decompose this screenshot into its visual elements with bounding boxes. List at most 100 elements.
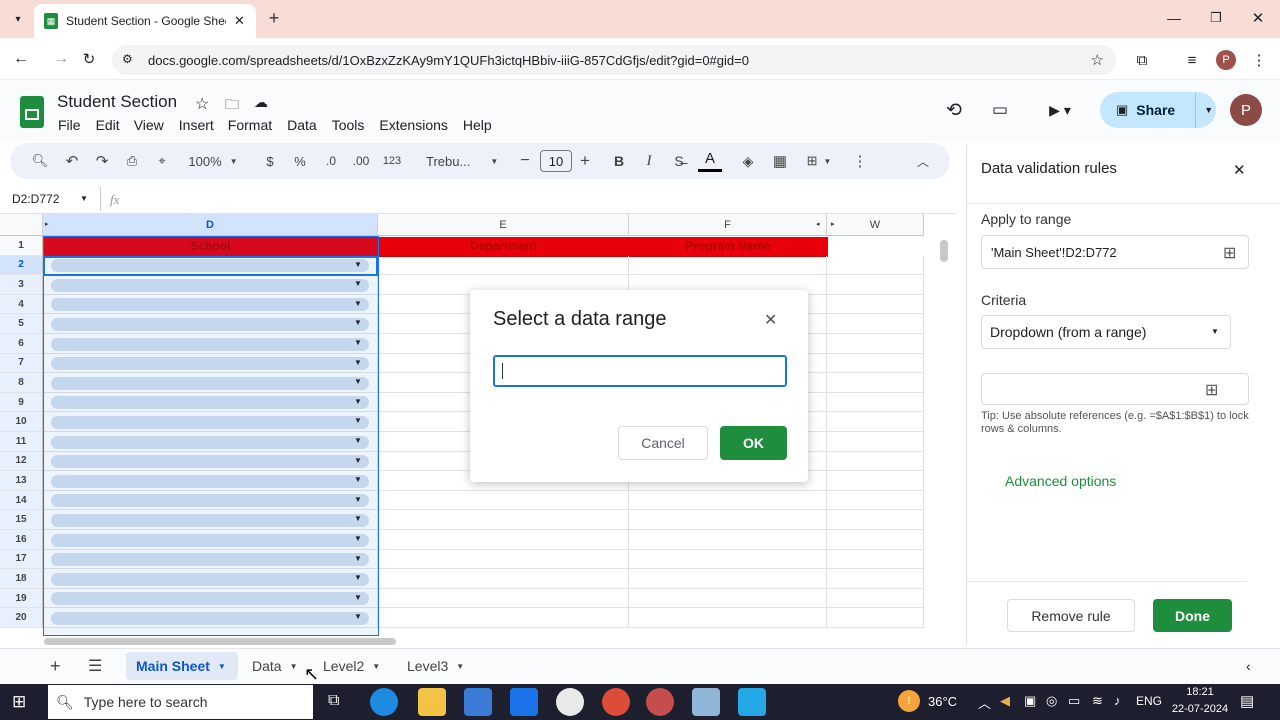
column-header-w[interactable]: W <box>827 214 924 236</box>
advanced-options-link[interactable]: Advanced options <box>1005 473 1116 489</box>
menu-edit[interactable]: Edit <box>96 117 120 133</box>
header-cell-department[interactable]: Department <box>378 239 629 253</box>
menu-search-icon[interactable]: 🔍︎ <box>30 143 50 179</box>
column-header-d[interactable]: D <box>43 214 378 236</box>
grid-cell[interactable] <box>378 608 629 628</box>
menu-insert[interactable]: Insert <box>179 117 214 133</box>
column-header-f[interactable]: F <box>629 214 827 236</box>
font-size-decrease-icon[interactable]: − <box>516 143 534 179</box>
bold-button[interactable]: B <box>610 143 628 179</box>
column-header-e[interactable]: E <box>378 214 629 236</box>
grid-cell[interactable] <box>827 510 924 530</box>
row-header[interactable]: 20 <box>0 608 43 628</box>
zoom-select[interactable]: 100% ▼ <box>182 143 244 179</box>
extensions-icon[interactable]: ⧉ <box>1132 50 1152 70</box>
row-header[interactable]: 16 <box>0 530 43 550</box>
grid-cell[interactable] <box>827 392 924 413</box>
italic-button[interactable]: I <box>640 143 658 179</box>
hidden-columns-hint-icon[interactable]: ◂ <box>816 220 820 228</box>
active-cell[interactable] <box>43 256 378 276</box>
clock-time[interactable]: 18:21 <box>1170 686 1230 698</box>
grid-cell[interactable] <box>629 255 827 276</box>
menu-tools[interactable]: Tools <box>332 117 365 133</box>
grid-cell[interactable] <box>378 510 629 530</box>
row-header[interactable]: 11 <box>0 432 43 452</box>
restore-icon[interactable]: ❐ <box>1206 8 1226 28</box>
new-tab-icon[interactable]: + <box>264 8 284 28</box>
increase-decimal-button[interactable]: .00 <box>350 143 372 179</box>
hidden-columns-right-icon[interactable]: ▸ <box>831 220 835 228</box>
text-color-button[interactable]: A <box>698 150 722 172</box>
row-header[interactable]: 5 <box>0 314 43 334</box>
star-icon[interactable]: ☆ <box>195 94 209 114</box>
chrome-icon[interactable] <box>602 688 630 716</box>
tray-battery-icon[interactable]: ▭ <box>1068 693 1080 709</box>
menu-extensions[interactable]: Extensions <box>379 117 447 133</box>
panel-close-icon[interactable]: ✕ <box>1233 161 1246 179</box>
number-format-button[interactable]: 123 <box>380 143 404 179</box>
apply-range-input[interactable]: 'Main Sheet'!D2:D772 <box>981 235 1249 269</box>
grid-cell[interactable] <box>827 549 924 570</box>
back-icon[interactable]: ← <box>12 50 30 68</box>
grid-cell[interactable] <box>827 471 924 491</box>
collapse-panel-icon[interactable]: ‹ <box>1246 658 1251 674</box>
grid-cell[interactable] <box>827 451 924 472</box>
currency-button[interactable]: $ <box>262 143 278 179</box>
grid-cell[interactable] <box>827 432 924 452</box>
grid-cell[interactable] <box>378 588 629 609</box>
font-size-input[interactable]: 10 <box>540 150 572 172</box>
source-grid-icon[interactable]: ⊞ <box>1205 380 1218 400</box>
tab-search-icon[interactable]: ▾ <box>8 10 28 28</box>
print-icon[interactable]: ⎙ <box>122 143 142 179</box>
tray-chevron-icon[interactable]: ︿ <box>978 693 991 712</box>
row-header[interactable]: 8 <box>0 373 43 393</box>
task-view-icon[interactable]: ⧉ <box>328 692 339 710</box>
site-info-icon[interactable]: ⚙ <box>122 52 133 66</box>
name-box-dropdown-icon[interactable]: ▼ <box>80 194 88 203</box>
cancel-button[interactable]: Cancel <box>618 426 708 460</box>
tray-speaker-icon[interactable]: ◀ <box>1000 693 1010 709</box>
sheets-logo-icon[interactable] <box>20 96 44 128</box>
row-header[interactable]: 2 <box>0 255 43 276</box>
taskbar-search[interactable]: 🔍︎ Type here to search <box>48 685 313 719</box>
grid-cell[interactable] <box>827 530 924 550</box>
browser-tab[interactable]: ▦ Student Section - Google Sheet ✕ <box>34 4 256 38</box>
tray-camera-icon[interactable]: ▣ <box>1024 693 1036 709</box>
grid-cell[interactable] <box>629 588 827 609</box>
chrome-profile-icon[interactable] <box>646 688 674 716</box>
grid-cell[interactable] <box>827 412 924 432</box>
menu-help[interactable]: Help <box>463 117 492 133</box>
row-header[interactable]: 9 <box>0 392 43 413</box>
store-icon[interactable] <box>464 688 492 716</box>
remove-rule-button[interactable]: Remove rule <box>1007 599 1135 632</box>
font-size-increase-icon[interactable]: + <box>576 143 594 179</box>
row-header[interactable]: 3 <box>0 275 43 295</box>
temperature[interactable]: 36°C <box>928 694 957 709</box>
menu-format[interactable]: Format <box>228 117 272 133</box>
ok-button[interactable]: OK <box>720 426 787 460</box>
menu-view[interactable]: View <box>134 117 164 133</box>
collapse-toolbar-icon[interactable]: ︿ <box>912 143 934 179</box>
grid-cell[interactable] <box>629 549 827 570</box>
grid-cell[interactable] <box>827 275 924 295</box>
menu-data[interactable]: Data <box>287 117 317 133</box>
grid-cell[interactable] <box>827 255 924 276</box>
grid-cell[interactable] <box>827 490 924 511</box>
grid-cell[interactable] <box>827 294 924 315</box>
criteria-select[interactable]: Dropdown (from a range) <box>981 315 1231 349</box>
range-grid-icon[interactable]: ⊞ <box>1223 243 1236 263</box>
app-icon[interactable] <box>556 688 584 716</box>
grid-cell[interactable] <box>827 588 924 609</box>
row-header[interactable]: 15 <box>0 510 43 530</box>
borders-icon[interactable]: ▦ <box>770 143 790 179</box>
grid-cell[interactable] <box>629 490 827 511</box>
row-header[interactable]: 6 <box>0 334 43 354</box>
row-header[interactable]: 18 <box>0 569 43 589</box>
language-indicator[interactable]: ENG <box>1136 694 1162 708</box>
grid-cell[interactable] <box>629 510 827 530</box>
account-avatar[interactable]: P <box>1230 94 1262 126</box>
grid-cell[interactable] <box>827 373 924 393</box>
range-input[interactable] <box>493 355 787 387</box>
tab-close-icon[interactable]: ✕ <box>234 13 245 29</box>
notifications-icon[interactable]: ▤ <box>1240 692 1254 710</box>
